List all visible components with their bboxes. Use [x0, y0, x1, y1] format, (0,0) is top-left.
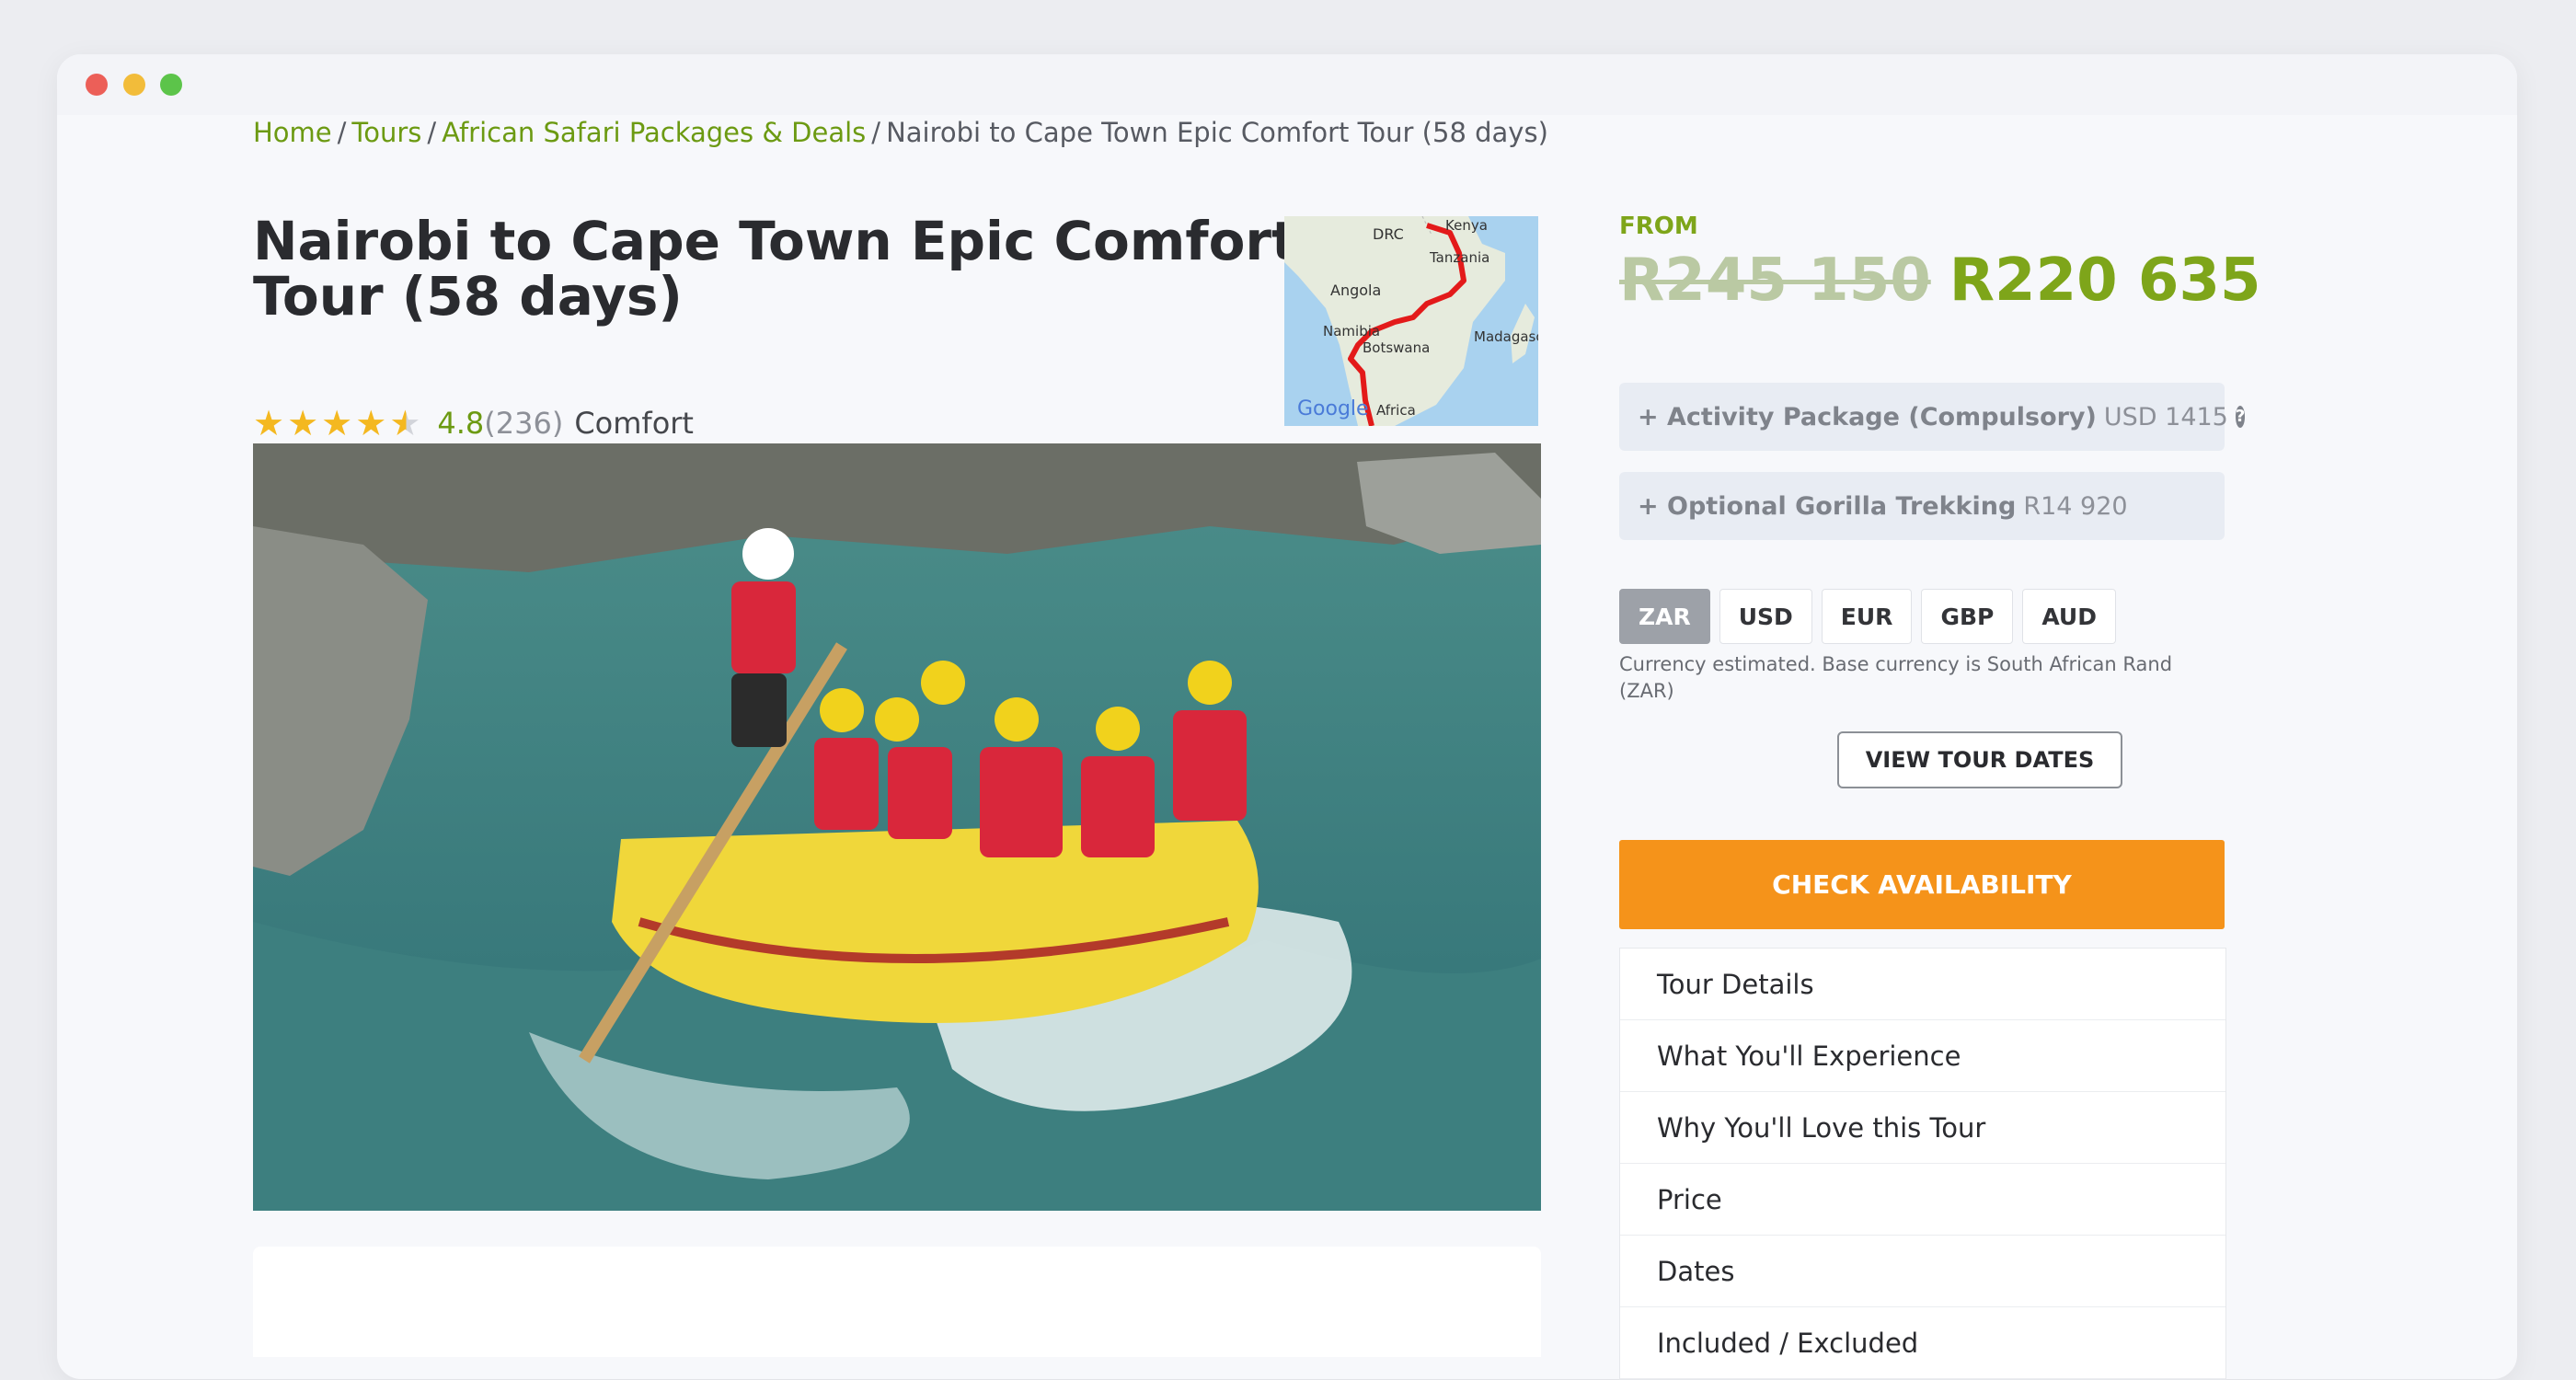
- addon-price: R14 920: [2023, 491, 2128, 521]
- google-logo: Google: [1297, 397, 1369, 420]
- map-label-africa: Africa: [1376, 402, 1416, 419]
- currency-note: Currency estimated. Base currency is Sou…: [1619, 653, 2173, 702]
- route-map-graphic: DRC Kenya Tanzania Angola Namibia Botswa…: [1284, 216, 1538, 426]
- currency-usd-button[interactable]: USD: [1719, 589, 1812, 644]
- gorilla-trekking-addon[interactable]: + Optional Gorilla Trekking R14 920: [1619, 472, 2225, 540]
- from-label: FROM: [1619, 213, 1698, 240]
- page-title: Nairobi to Cape Town Epic Comfort Tour (…: [253, 210, 1297, 328]
- nav-item-included-excluded[interactable]: Included / Excluded: [1620, 1307, 2225, 1379]
- sale-price: R220 635: [1949, 247, 2261, 315]
- star-icon: ★: [253, 403, 285, 443]
- original-price: R245 150: [1619, 247, 1931, 315]
- addon-name: + Optional Gorilla Trekking: [1638, 491, 2017, 521]
- rafting-photo: [253, 443, 1541, 1211]
- breadcrumb-home[interactable]: Home: [253, 117, 332, 148]
- price-row: R245 150 R220 635: [1619, 247, 2261, 315]
- currency-aud-button[interactable]: AUD: [2022, 589, 2116, 644]
- map-label-tanzania: Tanzania: [1429, 249, 1489, 266]
- breadcrumb-separator: /: [871, 117, 881, 148]
- currency-gbp-button[interactable]: GBP: [1921, 589, 2014, 644]
- star-icon: ★: [355, 403, 387, 443]
- nav-item-dates[interactable]: Dates: [1620, 1236, 2225, 1307]
- nav-item-price[interactable]: Price: [1620, 1164, 2225, 1236]
- nav-item-what-youll-experience[interactable]: What You'll Experience: [1620, 1020, 2225, 1092]
- review-count[interactable]: (236): [484, 406, 563, 441]
- section-nav: Tour Details What You'll Experience Why …: [1619, 948, 2226, 1380]
- addon-price: USD 1415: [2103, 402, 2228, 431]
- map-label-botswana: Botswana: [1363, 339, 1430, 356]
- half-star-icon: ★: [389, 403, 421, 443]
- map-label-namibia: Namibia: [1323, 323, 1380, 339]
- description-card: [253, 1247, 1541, 1357]
- breadcrumb-separator: /: [427, 117, 437, 148]
- hero-photo[interactable]: [253, 443, 1541, 1211]
- maximize-window-icon[interactable]: [160, 74, 182, 96]
- star-icon: ★: [287, 403, 319, 443]
- star-rating: ★ ★ ★ ★ ★: [253, 405, 420, 442]
- window-titlebar: [57, 54, 2517, 115]
- star-icon: ★: [321, 403, 353, 443]
- minimize-window-icon[interactable]: [123, 74, 145, 96]
- currency-zar-button[interactable]: ZAR: [1619, 589, 1710, 644]
- breadcrumb-safari-packages[interactable]: African Safari Packages & Deals: [442, 117, 866, 148]
- check-availability-button[interactable]: CHECK AVAILABILITY: [1619, 840, 2225, 929]
- currency-selector: ZAR USD EUR GBP AUD: [1619, 589, 2116, 644]
- breadcrumb-tours[interactable]: Tours: [351, 117, 421, 148]
- map-label-kenya: Kenya: [1445, 217, 1488, 234]
- addon-name: + Activity Package (Compulsory): [1638, 402, 2097, 431]
- view-tour-dates-button[interactable]: VIEW TOUR DATES: [1837, 731, 2122, 788]
- rating-value[interactable]: 4.8: [437, 406, 484, 441]
- map-label-angola: Angola: [1330, 282, 1381, 299]
- rating-row: ★ ★ ★ ★ ★ 4.8 (236) Comfort: [253, 401, 694, 445]
- route-map[interactable]: DRC Kenya Tanzania Angola Namibia Botswa…: [1284, 216, 1538, 426]
- close-window-icon[interactable]: [86, 74, 108, 96]
- currency-eur-button[interactable]: EUR: [1821, 589, 1913, 644]
- breadcrumb: Home / Tours / African Safari Packages & Dea…: [253, 117, 1548, 148]
- breadcrumb-separator: /: [337, 117, 347, 148]
- help-icon[interactable]: ?: [2235, 406, 2246, 428]
- map-label-drc: DRC: [1373, 225, 1404, 243]
- activity-package-addon[interactable]: + Activity Package (Compulsory) USD 1415…: [1619, 383, 2246, 451]
- breadcrumb-current: Nairobi to Cape Town Epic Comfort Tour (…: [886, 117, 1548, 148]
- nav-item-tour-details[interactable]: Tour Details: [1620, 949, 2225, 1020]
- nav-item-why-youll-love[interactable]: Why You'll Love this Tour: [1620, 1092, 2225, 1164]
- comfort-level: Comfort: [574, 406, 694, 441]
- map-label-madagascar: Madagascar: [1474, 328, 1538, 345]
